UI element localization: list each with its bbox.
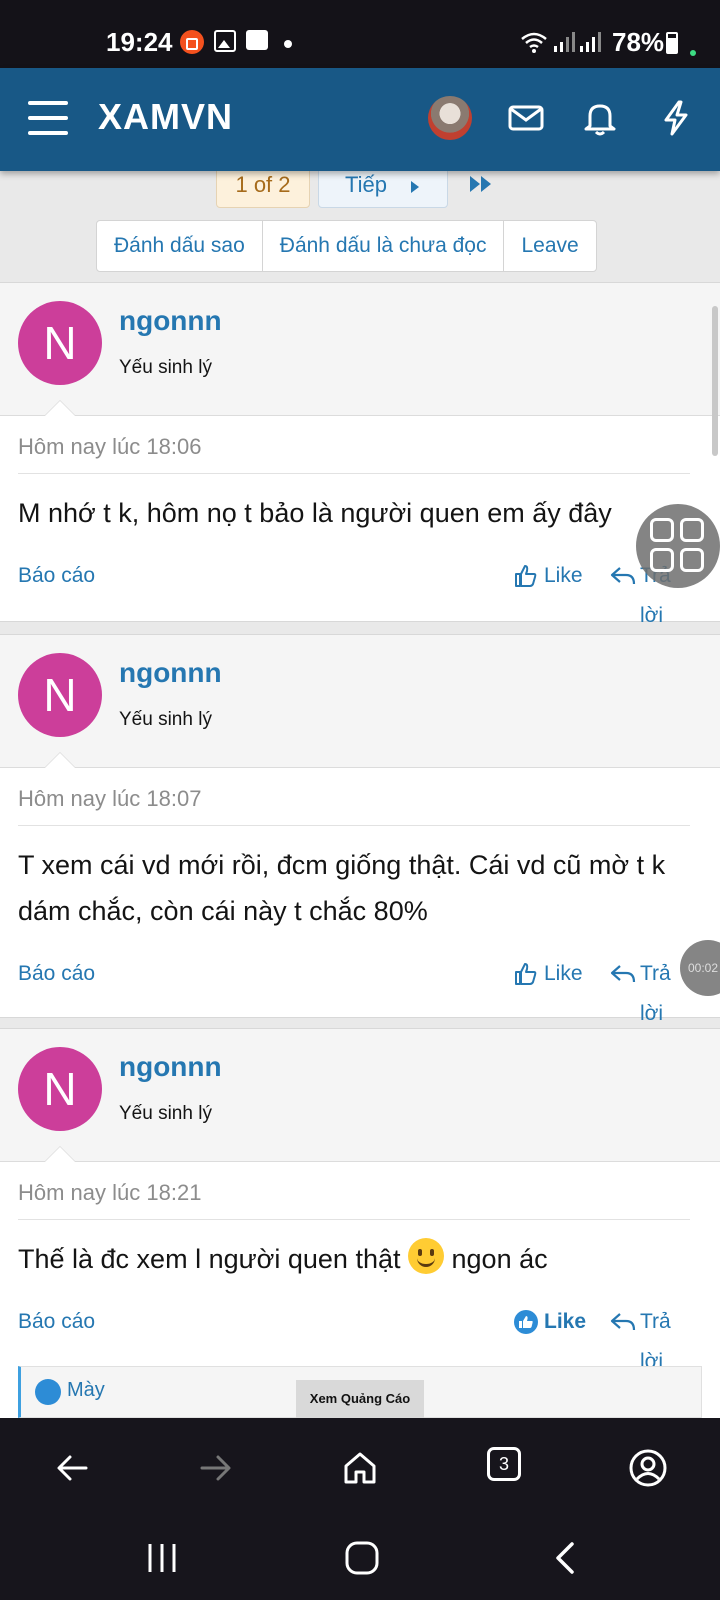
reply-icon	[610, 567, 636, 585]
post-date[interactable]: Hôm nay lúc 18:07	[18, 768, 690, 826]
notification-dot-icon	[284, 40, 292, 48]
author-title: Yếu sinh lý	[119, 357, 212, 378]
like-label: Like	[544, 962, 583, 985]
recent-apps-icon[interactable]	[142, 1538, 182, 1578]
post-author-block: N ngonnn Yếu sinh lý	[0, 283, 720, 416]
post-message-text: ngon ác	[451, 1244, 548, 1274]
battery-icon	[666, 32, 678, 54]
account-icon[interactable]	[626, 1446, 670, 1490]
post-message-text: Thế là đc xem l người quen thật	[18, 1244, 401, 1274]
thread-actions: Đánh dấu sao Đánh dấu là chưa đọc Leave	[96, 220, 597, 272]
smiley-emoji-icon	[408, 1238, 444, 1274]
home-icon[interactable]	[338, 1446, 382, 1490]
site-logo[interactable]: XAMVN	[98, 96, 233, 138]
post-message: Thế là đc xem l người quen thật ngon ác	[18, 1220, 690, 1282]
post-body: Hôm nay lúc 18:21 Thế là đc xem l người …	[0, 1162, 720, 1373]
post-message: M nhớ t k, hôm nọ t bảo là người quen em…	[18, 498, 612, 528]
page-next-label: Tiếp	[345, 172, 387, 197]
privacy-indicator-icon	[690, 50, 696, 56]
system-back-icon[interactable]	[546, 1538, 586, 1578]
report-link[interactable]: Báo cáo	[18, 954, 95, 994]
like-button[interactable]: Like	[514, 556, 583, 596]
author-avatar[interactable]: N	[18, 1047, 102, 1131]
like-reaction-icon	[35, 1379, 61, 1405]
user-avatar[interactable]	[428, 96, 472, 140]
post-footer: Báo cáo Like Trả lời	[18, 1302, 690, 1373]
author-title: Yếu sinh lý	[119, 709, 212, 730]
like-button[interactable]: Like	[514, 1302, 586, 1342]
signal-icon	[580, 32, 601, 52]
post-pointer	[44, 400, 76, 416]
last-page-icon[interactable]	[468, 174, 494, 194]
menu-icon[interactable]	[28, 101, 68, 135]
like-button[interactable]: Like	[514, 954, 583, 994]
reply-label: Trả lời	[640, 962, 671, 1025]
like-icon	[515, 963, 537, 985]
status-bar: 19:24 78%	[0, 0, 720, 68]
mark-unread-button[interactable]: Đánh dấu là chưa đọc	[263, 221, 505, 271]
reply-icon	[610, 1313, 636, 1331]
post-message: T xem cái vd mới rồi, đcm giống thật. Cá…	[18, 850, 666, 926]
author-username[interactable]: ngonnn	[119, 657, 222, 689]
author-avatar[interactable]: N	[18, 653, 102, 737]
post-footer: Báo cáo Like Trả lời	[18, 556, 690, 627]
browser-toolbar: 3	[0, 1418, 720, 1518]
post-pointer	[44, 1146, 76, 1162]
back-icon[interactable]	[50, 1446, 94, 1490]
reaction-users[interactable]: Mày	[67, 1379, 105, 1402]
like-icon	[514, 1310, 538, 1334]
author-avatar[interactable]: N	[18, 301, 102, 385]
screen-recorder-icon	[180, 30, 204, 54]
app-header: XAMVN	[0, 68, 720, 171]
bell-icon[interactable]	[580, 98, 620, 138]
post: N ngonnn Yếu sinh lý Hôm nay lúc 18:06 M…	[0, 282, 720, 627]
wifi-icon	[521, 32, 547, 53]
post: N ngonnn Yếu sinh lý Hôm nay lúc 18:07 T…	[0, 634, 720, 1025]
status-time: 19:24	[106, 27, 173, 57]
post-date[interactable]: Hôm nay lúc 18:21	[18, 1162, 690, 1220]
lightning-icon[interactable]	[656, 98, 696, 138]
post-body: Hôm nay lúc 18:06 M nhớ t k, hôm nọ t bả…	[0, 416, 720, 627]
battery-percent: 78%	[612, 27, 665, 57]
message-icon	[246, 30, 268, 50]
scrollbar-thumb[interactable]	[712, 306, 718, 456]
tabs-icon[interactable]: 3	[487, 1447, 521, 1481]
like-label: Like	[544, 1310, 587, 1333]
like-label: Like	[544, 564, 583, 587]
author-title: Yếu sinh lý	[119, 1103, 212, 1124]
signal-icon	[554, 32, 575, 52]
post-body: Hôm nay lúc 18:07 T xem cái vd mới rồi, …	[0, 768, 720, 1025]
floating-apps-icon[interactable]	[636, 504, 720, 588]
gallery-icon	[214, 30, 236, 52]
like-icon	[515, 565, 537, 587]
watch-thread-button[interactable]: Đánh dấu sao	[97, 221, 263, 271]
system-navigation	[0, 1518, 720, 1600]
post-author-block: N ngonnn Yếu sinh lý	[0, 1029, 720, 1162]
post-footer: Báo cáo Like Trả lời	[18, 954, 690, 1025]
mail-icon[interactable]	[506, 98, 546, 138]
report-link[interactable]: Báo cáo	[18, 556, 95, 596]
author-username[interactable]: ngonnn	[119, 1051, 222, 1083]
reply-icon	[610, 965, 636, 983]
reply-label: Trả lời	[640, 1310, 671, 1373]
system-home-icon[interactable]	[342, 1538, 382, 1578]
report-link[interactable]: Báo cáo	[18, 1302, 95, 1342]
post: N ngonnn Yếu sinh lý Hôm nay lúc 18:21 T…	[0, 1028, 720, 1420]
reply-button[interactable]: Trả lời	[610, 954, 690, 1034]
post-pointer	[44, 752, 76, 768]
leave-thread-button[interactable]: Leave	[504, 221, 595, 271]
post-date[interactable]: Hôm nay lúc 18:06	[18, 416, 690, 474]
author-username[interactable]: ngonnn	[119, 305, 222, 337]
ad-label[interactable]: Xem Quảng Cáo	[296, 1380, 424, 1418]
post-author-block: N ngonnn Yếu sinh lý	[0, 635, 720, 768]
forward-icon[interactable]	[194, 1446, 238, 1490]
